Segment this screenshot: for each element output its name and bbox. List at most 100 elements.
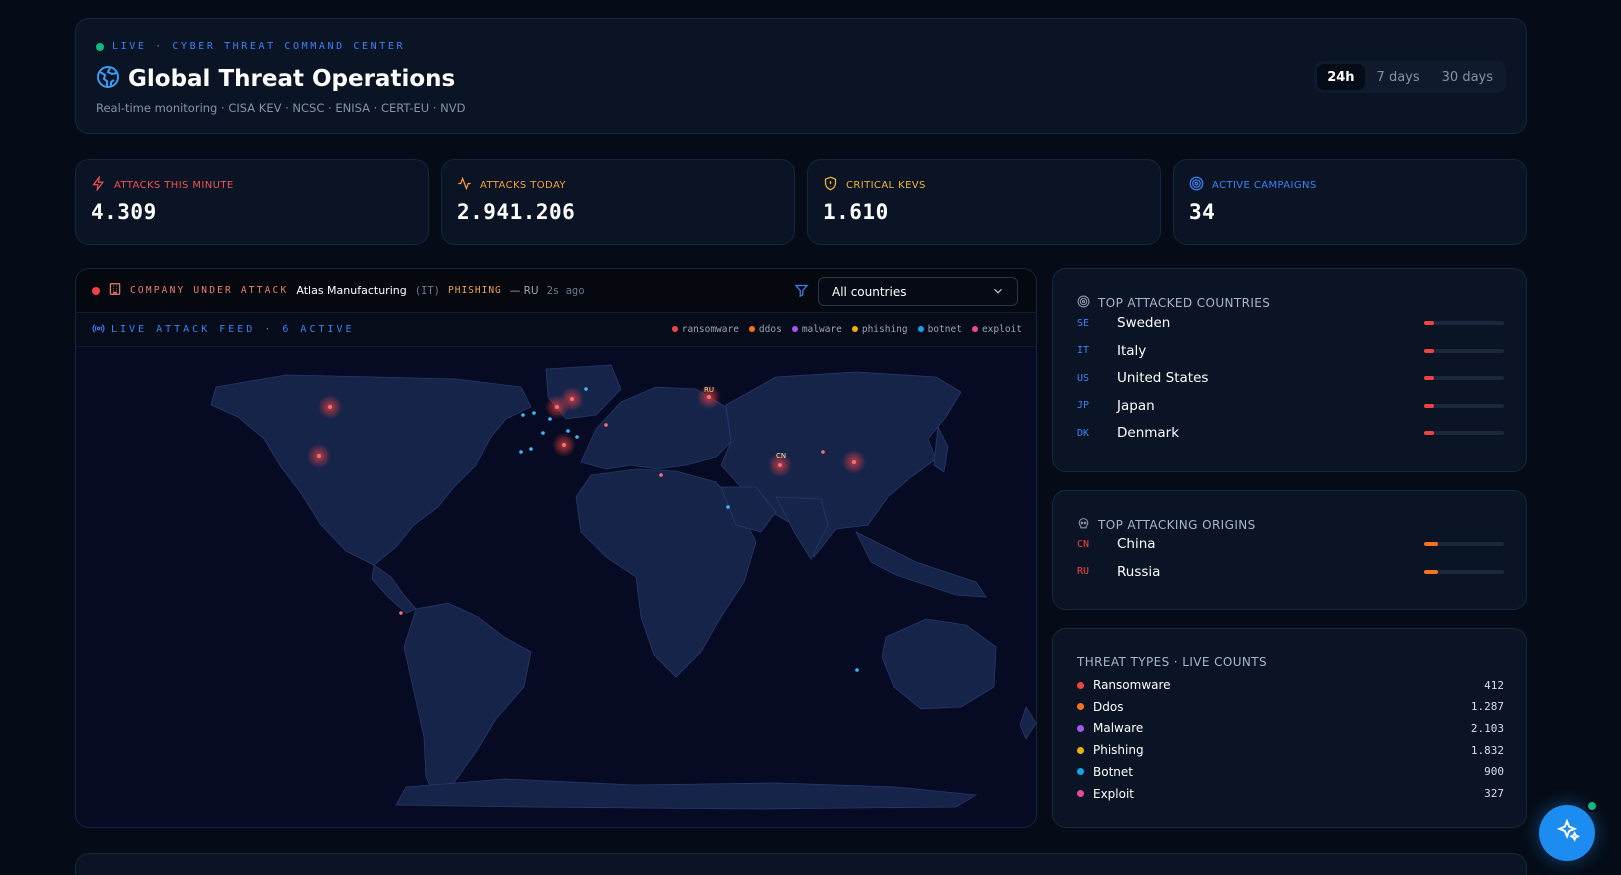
threat-type-count: 2.103 — [1470, 721, 1504, 735]
attack-dot-marker[interactable] — [317, 454, 321, 458]
threat-type-count: 1.287 — [1470, 700, 1504, 714]
country-row[interactable]: CN China — [1077, 534, 1504, 554]
share-bar-track — [1424, 403, 1504, 408]
page-title: Global Threat Operations — [128, 66, 456, 92]
threat-type-dot — [1077, 681, 1084, 689]
country-row[interactable]: RU Russia — [1077, 562, 1504, 582]
target-icon — [1189, 176, 1204, 194]
attack-dot-marker[interactable] — [399, 611, 403, 615]
target-icon — [1077, 295, 1090, 311]
threat-type-row[interactable]: Ddos 1.287 — [1077, 698, 1504, 716]
bottom-panel — [75, 853, 1527, 875]
country-code: DK — [1077, 427, 1090, 439]
attack-dot-marker[interactable] — [821, 450, 825, 454]
threat-type-name: Phishing — [1093, 743, 1144, 758]
attack-map-panel: COMPANY UNDER ATTACK Atlas Manufacturing… — [75, 268, 1037, 828]
threat-type-name: Exploit — [1093, 786, 1135, 801]
country-name: Sweden — [1117, 315, 1171, 331]
threat-type-name: Ddos — [1093, 699, 1124, 714]
ai-assistant-button[interactable] — [1539, 805, 1595, 861]
legend-item-ddos: ddos — [748, 324, 782, 335]
stat-value: 34 — [1189, 200, 1216, 224]
threat-type-row[interactable]: Phishing 1.832 — [1077, 741, 1504, 759]
world-map[interactable]: RU CN — [76, 347, 1037, 828]
filter-icon[interactable] — [794, 283, 809, 302]
threat-type-dot — [1077, 790, 1084, 797]
header-panel: LIVE · CYBER THREAT COMMAND CENTER Globa… — [75, 18, 1527, 134]
panel-title: TOP ATTACKING ORIGINS — [1098, 518, 1256, 532]
continent-south-america — [403, 602, 532, 800]
attacked-company-name: Atlas Manufacturing — [296, 284, 407, 297]
botnet-dot-marker[interactable] — [541, 431, 545, 435]
share-bar-track — [1424, 376, 1504, 380]
stat-card-attacks-minute: ATTACKS THIS MINUTE 4.309 — [75, 159, 429, 245]
botnet-dot-marker[interactable] — [532, 411, 536, 415]
share-bar-track — [1424, 431, 1504, 435]
threat-type-row[interactable]: Ransomware 412 — [1077, 676, 1504, 694]
attack-dot-marker[interactable] — [555, 405, 559, 409]
range-30days-button[interactable]: 30 days — [1432, 64, 1503, 90]
country-code: SE — [1077, 317, 1090, 329]
country-row[interactable]: US United States — [1077, 368, 1504, 388]
threat-type-row[interactable]: Exploit 327 — [1077, 785, 1504, 803]
range-7days-button[interactable]: 7 days — [1367, 64, 1430, 90]
continent-north-america — [210, 374, 532, 566]
country-code: RU — [1077, 566, 1090, 577]
attack-dot-marker[interactable] — [562, 443, 566, 447]
botnet-dot-marker[interactable] — [548, 417, 552, 421]
botnet-dot-marker[interactable] — [566, 429, 570, 433]
threat-type-count: 412 — [1484, 678, 1504, 692]
attack-dot-marker[interactable] — [659, 473, 663, 477]
botnet-dot-marker[interactable] — [519, 450, 523, 454]
country-filter-select[interactable]: All countries — [818, 277, 1018, 306]
botnet-dot-marker[interactable] — [529, 447, 533, 451]
stat-label: ATTACKS THIS MINUTE — [114, 179, 234, 191]
botnet-dot-marker[interactable] — [575, 435, 579, 439]
live-label: LIVE · CYBER THREAT COMMAND CENTER — [112, 41, 406, 52]
continent-new-zealand — [1019, 706, 1036, 740]
map-label-ru: RU — [704, 386, 714, 394]
botnet-dot-marker[interactable] — [726, 505, 730, 509]
attack-dot-marker[interactable] — [328, 405, 332, 409]
continent-central-america — [371, 564, 417, 614]
stat-label: ATTACKS TODAY — [480, 179, 566, 191]
country-code: IT — [1077, 345, 1090, 356]
range-24h-button[interactable]: 24h — [1317, 64, 1365, 90]
stat-value: 1.610 — [823, 200, 889, 224]
botnet-dot-marker[interactable] — [855, 668, 859, 672]
legend-item-malware: malware — [791, 324, 842, 335]
online-status-dot — [1586, 800, 1598, 812]
threat-type-name: Botnet — [1093, 764, 1133, 779]
top-attacking-origins-panel: TOP ATTACKING ORIGINS CN China RU Russia — [1052, 490, 1527, 610]
botnet-dot-marker[interactable] — [584, 387, 588, 391]
share-bar-fill — [1424, 569, 1439, 574]
country-row[interactable]: JP Japan — [1077, 396, 1504, 416]
country-filter-value: All countries — [832, 284, 907, 299]
threat-type-dot — [1077, 703, 1084, 711]
country-row[interactable]: IT Italy — [1077, 341, 1504, 361]
share-bar-fill — [1424, 376, 1434, 380]
attack-time: 2s ago — [546, 284, 585, 297]
threat-type-row[interactable]: Malware 2.103 — [1077, 719, 1504, 737]
legend-item-phishing: phishing — [851, 324, 908, 335]
botnet-dot-marker[interactable] — [521, 413, 525, 417]
attack-origin: — RU — [509, 284, 539, 297]
threat-types-panel: THREAT TYPES · LIVE COUNTS Ransomware 412… — [1052, 628, 1527, 828]
attack-dot-marker[interactable] — [852, 460, 856, 464]
threat-type-dot — [1077, 724, 1084, 732]
attack-dot-marker[interactable] — [604, 423, 608, 427]
continent-antarctica — [395, 778, 978, 810]
attack-dot-marker[interactable] — [707, 395, 711, 399]
activity-icon — [457, 176, 472, 194]
attack-dot-marker[interactable] — [778, 463, 782, 467]
stat-value: 4.309 — [91, 200, 157, 224]
stat-label: CRITICAL KEVS — [846, 179, 926, 191]
threat-type-dot — [1077, 768, 1084, 776]
country-name: Denmark — [1117, 425, 1180, 441]
attack-dot-marker[interactable] — [570, 397, 574, 401]
threat-type-row[interactable]: Botnet 900 — [1077, 763, 1504, 781]
chevron-down-icon — [991, 284, 1005, 301]
attacked-country-code: (IT) — [414, 284, 441, 297]
country-row[interactable]: SE Sweden — [1077, 313, 1504, 333]
country-row[interactable]: DK Denmark — [1077, 423, 1504, 443]
